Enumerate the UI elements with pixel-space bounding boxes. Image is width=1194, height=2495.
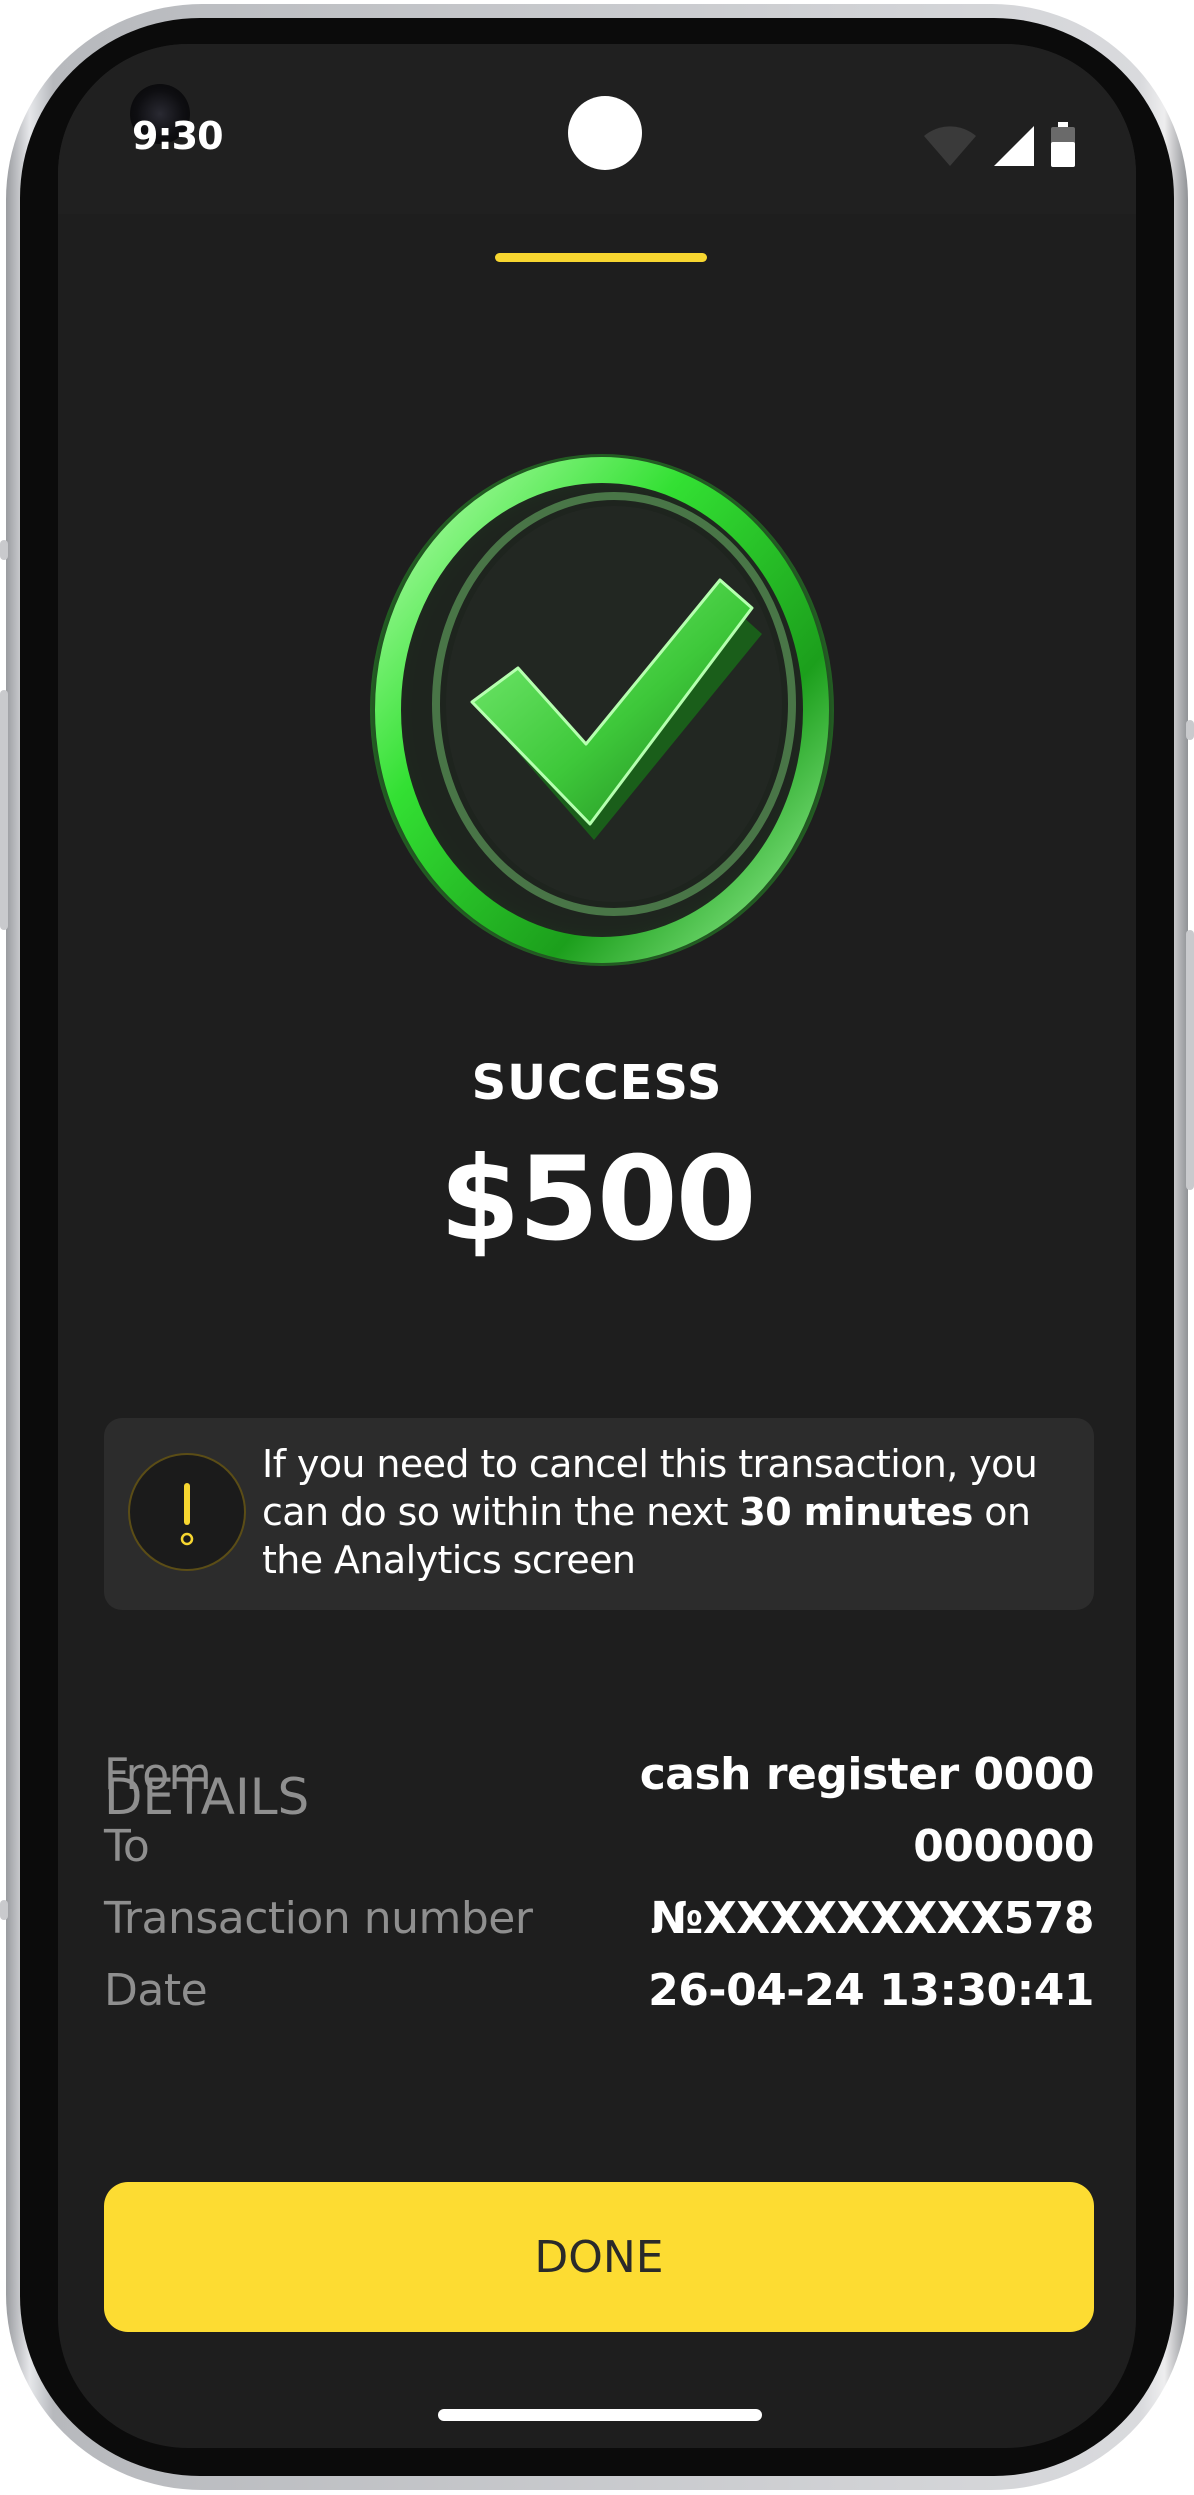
detail-value: №XXXXXXXXX578	[650, 1892, 1094, 1944]
status-icons	[922, 122, 1076, 172]
detail-value: 26-04-24 13:30:41	[648, 1964, 1094, 2016]
cancel-notice-text: If you need to cancel this transaction, …	[262, 1440, 1082, 1584]
exclamation-icon	[128, 1453, 246, 1571]
side-button	[1186, 720, 1194, 740]
app-screen: 9:30 SUCCESS $500 If you need to cancel …	[58, 44, 1136, 2448]
battery-icon	[1050, 122, 1076, 172]
detail-row-transaction-number: Transaction number №XXXXXXXXX578	[104, 1886, 1094, 1950]
sheet-drag-handle[interactable]	[495, 253, 707, 262]
side-button	[0, 690, 8, 930]
success-check-icon	[368, 448, 836, 968]
detail-label: Date	[104, 1964, 208, 2016]
detail-value: 000000	[913, 1820, 1094, 1872]
side-button	[0, 540, 8, 560]
status-time: 9:30	[132, 114, 224, 158]
device-mockup: 9:30 SUCCESS $500 If you need to cancel …	[0, 0, 1194, 2495]
detail-label: From	[104, 1748, 212, 1800]
detail-row-from: From cash register 0000	[104, 1742, 1095, 1806]
camera-cutout	[568, 96, 642, 170]
cellular-signal-icon	[992, 122, 1036, 172]
result-amount: $500	[439, 1132, 757, 1267]
status-bar: 9:30	[58, 44, 1136, 214]
detail-label: To	[104, 1820, 150, 1872]
done-button[interactable]: DONE	[104, 2182, 1094, 2332]
result-status: SUCCESS	[471, 1055, 723, 1111]
notice-emphasis: 30 minutes	[739, 1490, 973, 1534]
detail-row-date: Date 26-04-24 13:30:41	[104, 1958, 1094, 2022]
detail-label: Transaction number	[104, 1892, 533, 1944]
cancel-notice-card: If you need to cancel this transaction, …	[104, 1418, 1094, 1610]
detail-value: cash register 0000	[639, 1748, 1095, 1800]
wifi-icon	[922, 122, 978, 172]
side-button	[0, 1900, 8, 1920]
home-indicator[interactable]	[438, 2409, 762, 2421]
detail-row-to: To 000000	[104, 1814, 1094, 1878]
side-button	[1186, 930, 1194, 1190]
